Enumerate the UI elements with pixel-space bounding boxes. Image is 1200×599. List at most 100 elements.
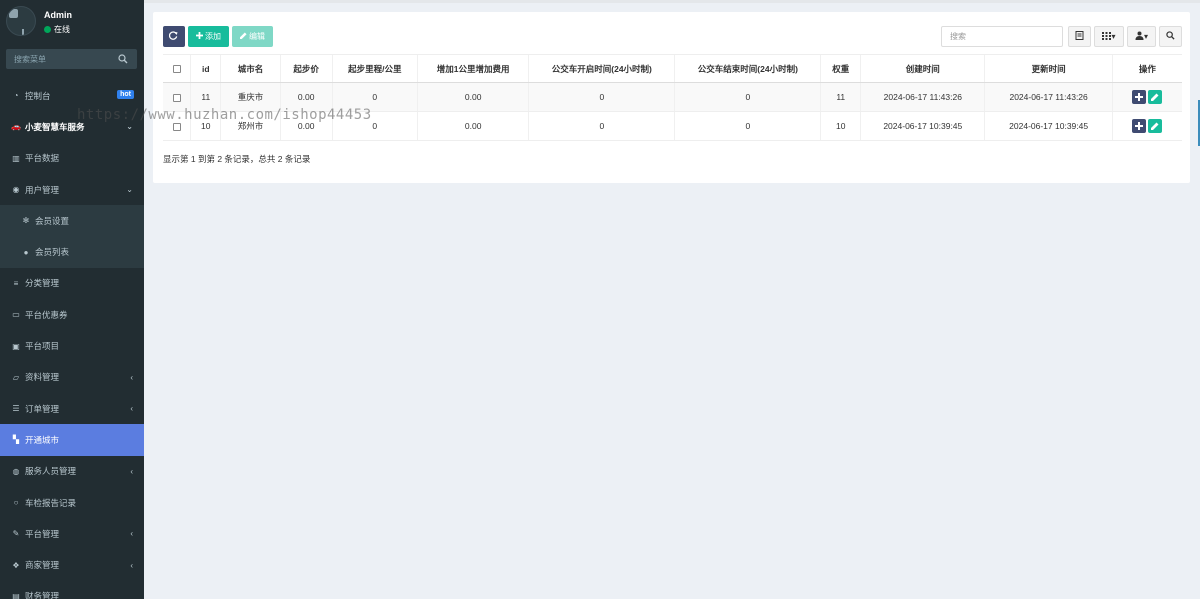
pencil-icon xyxy=(240,32,249,41)
move-button[interactable] xyxy=(1132,90,1147,104)
export-button[interactable] xyxy=(1068,26,1091,47)
wrench-icon: ✎ xyxy=(12,529,20,539)
edit-button[interactable]: 编辑 xyxy=(232,26,273,47)
table-cell: 0.00 xyxy=(417,111,529,141)
search-button[interactable] xyxy=(1159,26,1182,47)
sidebar-item-2[interactable]: ▥ 平台数据 xyxy=(0,143,144,174)
row-checkbox[interactable] xyxy=(172,93,181,102)
table-cell: 0.00 xyxy=(417,82,529,112)
table-cell: 2024-06-17 11:43:26 xyxy=(984,82,1113,112)
table-cell: 10 xyxy=(820,111,861,141)
column-header[interactable]: 公交车结束时间(24小时制) xyxy=(674,54,821,83)
sidebar-item-label: 平台管理 xyxy=(25,528,60,539)
user-filter-button[interactable]: ▾ xyxy=(1127,26,1156,47)
sidebar-item-9[interactable]: ▱ 资料管理 ‹ xyxy=(0,362,144,393)
dashboard-icon: ◔ xyxy=(13,91,19,101)
sidebar-item-label: 资料管理 xyxy=(25,372,60,383)
table-cell: 2024-06-17 10:39:45 xyxy=(860,111,985,141)
table-cell: 0 xyxy=(674,111,821,141)
sidebar-item-13[interactable]: ○ 车检报告记录 xyxy=(0,487,144,518)
sidebar-item-7[interactable]: ▭ 平台优惠券 xyxy=(0,299,144,330)
column-header[interactable]: 更新时间 xyxy=(984,54,1113,83)
sidebar-item-6[interactable]: ≡ 分类管理 xyxy=(0,268,144,299)
sidebar-item-14[interactable]: ✎ 平台管理 ‹ xyxy=(0,518,144,549)
sidebar-item-label: 开通城市 xyxy=(25,434,60,445)
column-header[interactable]: 操作 xyxy=(1111,54,1182,83)
paw-icon: ❖ xyxy=(12,560,20,570)
sidebar-item-16[interactable]: ▤ 财务管理 xyxy=(0,581,144,599)
watermark: https://www.huzhan.com/ishop44453 xyxy=(77,107,372,123)
city-table: id 城市名 起步价 起步里程/公里 增加1公里增加费用 公交车开启时间(24小时制) 公交… xyxy=(163,54,1182,141)
sidebar-item-label: 财务管理 xyxy=(25,591,60,599)
sidebar-item-label: 平台数据 xyxy=(25,153,60,164)
map-icon: ▚ xyxy=(12,435,20,445)
column-header[interactable]: 公交车开启时间(24小时制) xyxy=(528,54,675,83)
list-icon: ☰ xyxy=(12,404,20,414)
table-cell: 2024-06-17 11:43:26 xyxy=(860,82,985,112)
toolbar: 添加 编辑 xyxy=(163,26,273,47)
gear-icon: ✻ xyxy=(22,216,30,226)
chevron-left-icon: ‹ xyxy=(130,466,133,476)
user-status-label: 在线 xyxy=(54,25,70,34)
sidebar-menu: ◔ 控制台 hot 🚗 小麦智慧车服务 ⌄ ▥ 平台数据 ◉ 用户管理 ⌄ ✻ 会员设置 ● 会员列表 ≡ 分类… xyxy=(0,80,144,599)
refresh-button[interactable] xyxy=(163,26,185,47)
sidebar-item-label: 小麦智慧车服务 xyxy=(25,121,85,132)
column-header[interactable]: 创建时间 xyxy=(860,54,985,83)
top-strip xyxy=(144,0,1200,3)
sidebar-item-15[interactable]: ❖ 商家管理 ‹ xyxy=(0,549,144,580)
sidebar-item-label: 平台项目 xyxy=(25,341,60,352)
column-header[interactable]: 起步价 xyxy=(279,54,333,83)
move-button[interactable] xyxy=(1132,119,1147,133)
table-cell: 0 xyxy=(674,82,821,112)
chevron-down-icon: ⌄ xyxy=(126,122,133,132)
sidebar-item-label: 商家管理 xyxy=(25,560,60,571)
column-header[interactable]: 权重 xyxy=(820,54,861,83)
user-panel: Admin 在线 xyxy=(0,0,144,44)
refresh-icon xyxy=(168,31,180,42)
edit-button-label: 编辑 xyxy=(249,32,265,41)
hot-badge: hot xyxy=(117,90,134,99)
move-icon xyxy=(1135,93,1144,101)
row-edit-button[interactable] xyxy=(1148,90,1163,104)
folder-icon: ▱ xyxy=(12,372,20,382)
move-icon xyxy=(1135,122,1144,130)
sidebar: Admin 在线 ◔ 控制台 hot 🚗 小麦智慧车服务 ⌄ ▥ 平台数据 ◉ 用户管理 ⌄ ✻ 会员设… xyxy=(0,0,144,599)
export-icon xyxy=(1075,31,1084,42)
sidebar-item-label: 会员列表 xyxy=(35,247,70,258)
column-header[interactable]: 城市名 xyxy=(220,54,281,83)
column-header[interactable]: id xyxy=(190,54,221,83)
user-circle-icon: ◉ xyxy=(12,185,20,195)
sidebar-item-3[interactable]: ◉ 用户管理 ⌄ xyxy=(0,174,144,205)
row-actions xyxy=(1111,111,1182,141)
sidebar-item-4[interactable]: ✻ 会员设置 xyxy=(0,205,144,237)
sidebar-item-label: 平台优惠券 xyxy=(25,309,68,320)
search-icon[interactable] xyxy=(118,54,128,64)
sidebar-item-5[interactable]: ● 会员列表 xyxy=(0,236,144,268)
chart-icon: ▥ xyxy=(12,153,20,163)
column-header[interactable]: 增加1公里增加费用 xyxy=(417,54,529,83)
select-all-checkbox[interactable] xyxy=(172,65,181,74)
sidebar-item-12[interactable]: ◍ 服务人员管理 ‹ xyxy=(0,456,144,487)
online-dot-icon xyxy=(44,26,51,33)
sliders-icon: ≡ xyxy=(13,278,19,288)
table-cell: 2024-06-17 10:39:45 xyxy=(984,111,1113,141)
row-edit-button[interactable] xyxy=(1148,119,1163,133)
row-checkbox[interactable] xyxy=(172,122,181,131)
columns-button[interactable]: ▾ xyxy=(1094,26,1124,47)
pencil-icon xyxy=(1151,122,1159,130)
column-header[interactable]: 起步里程/公里 xyxy=(331,54,418,83)
sidebar-item-8[interactable]: ▣ 平台项目 xyxy=(0,330,144,361)
sidebar-item-10[interactable]: ☰ 订单管理 ‹ xyxy=(0,393,144,424)
pagination-info: 显示第 1 到第 2 条记录，总共 2 条记录 xyxy=(163,154,311,164)
add-button[interactable]: 添加 xyxy=(188,26,229,47)
sidebar-search-input[interactable] xyxy=(6,54,116,64)
avatar[interactable] xyxy=(6,6,36,36)
money-icon: ▤ xyxy=(12,591,20,599)
chevron-left-icon: ‹ xyxy=(130,372,133,382)
table-search-input[interactable] xyxy=(941,26,1063,47)
sidebar-item-label: 车检报告记录 xyxy=(25,497,77,508)
add-button-label: 添加 xyxy=(205,32,221,41)
circle-icon: ○ xyxy=(13,498,19,507)
card-icon: ▭ xyxy=(12,310,20,320)
sidebar-item-11[interactable]: ▚ 开通城市 xyxy=(0,424,144,456)
